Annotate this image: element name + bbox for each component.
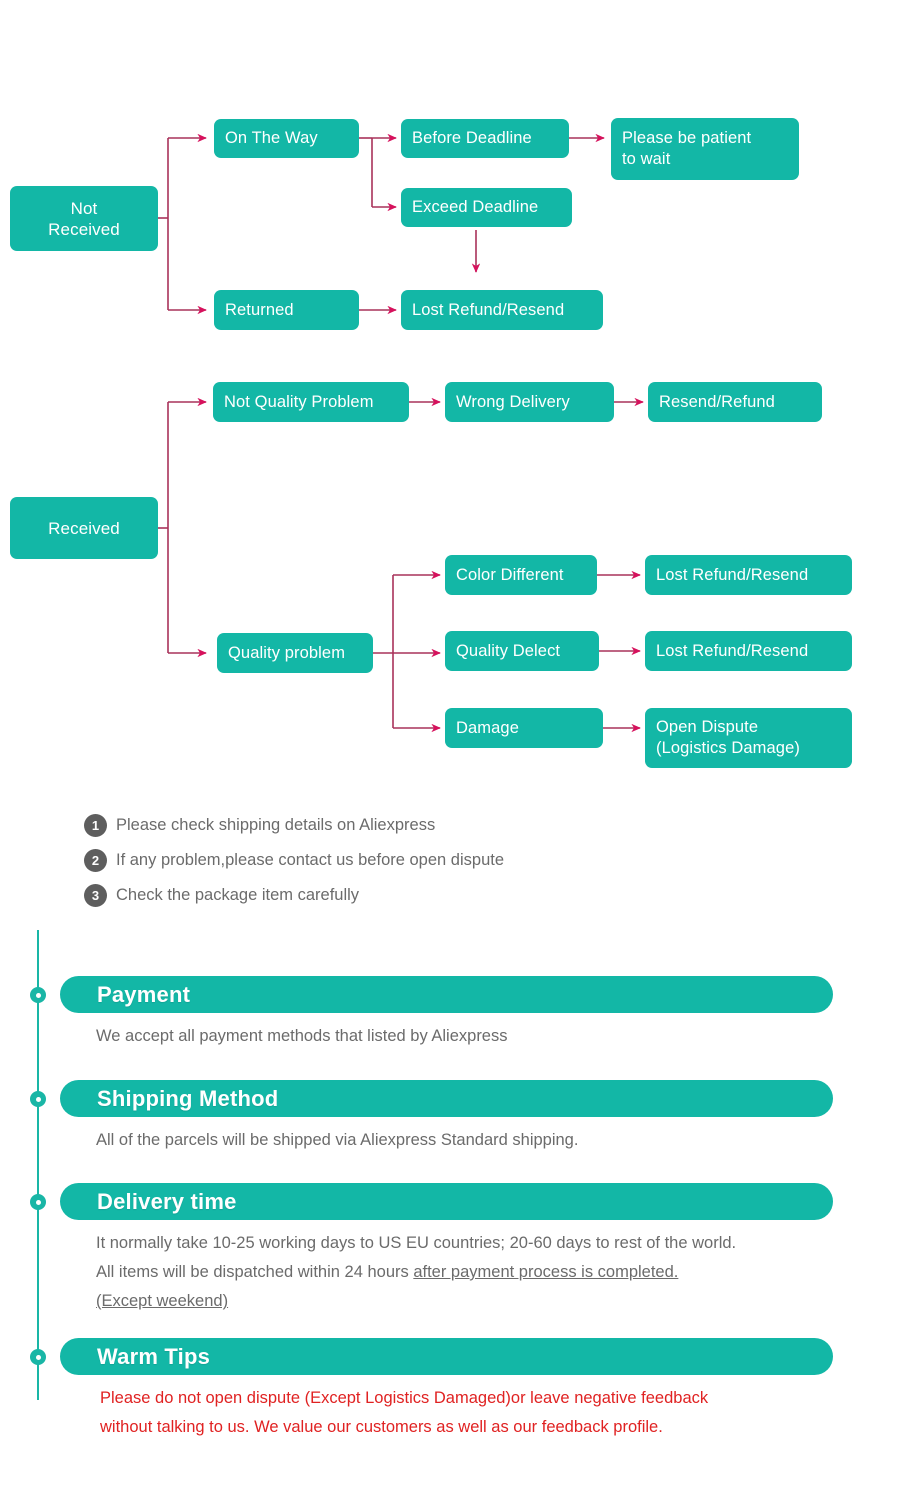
panel-warm-tips-body: Please do not open dispute (Except Logis… (60, 1384, 833, 1442)
node-on-the-way-label: On The Way (225, 129, 318, 147)
panel-delivery-line2-plain: All items will be dispatched within 24 h… (96, 1263, 414, 1281)
list-item: 2 If any problem,please contact us befor… (84, 843, 844, 878)
note-number-badge: 3 (84, 884, 107, 907)
node-open-dispute-line2: (Logistics Damage) (656, 739, 800, 757)
panel-payment: Payment We accept all payment methods th… (60, 976, 833, 1051)
list-item: 3 Check the package item carefully (84, 878, 844, 913)
node-damage-label: Damage (456, 718, 519, 737)
node-not-received[interactable]: Not Received (10, 186, 158, 251)
node-lost-refund-resend-2-label: Lost Refund/Resend (656, 641, 809, 660)
node-before-deadline[interactable]: Before Deadline (401, 119, 569, 158)
panel-shipping-title: Shipping Method (60, 1080, 833, 1117)
node-lost-refund-resend-2[interactable]: Lost Refund/Resend (645, 631, 852, 671)
node-wrong-delivery[interactable]: Wrong Delivery (445, 382, 614, 422)
node-lost-refund-resend-1-label: Lost Refund/Resend (656, 565, 809, 584)
page-root: Not Received On The Way Before Deadline … (0, 0, 900, 1500)
panel-delivery-line2-underline: after payment process is completed. (413, 1263, 679, 1281)
node-quality-problem[interactable]: Quality problem (217, 633, 373, 673)
panel-shipping-body: All of the parcels will be shipped via A… (96, 1131, 579, 1149)
panel-payment-body: We accept all payment methods that liste… (96, 1027, 508, 1045)
node-please-be-patient-line1: Please be patient (622, 129, 752, 147)
panel-warm-tips-title: Warm Tips (60, 1338, 833, 1375)
panel-delivery-line3-underline: (Except weekend) (96, 1292, 229, 1310)
node-lost-refund-resend-top-label: Lost Refund/Resend (412, 300, 565, 319)
node-returned[interactable]: Returned (214, 290, 359, 330)
panel-payment-title: Payment (60, 976, 833, 1013)
node-wrong-delivery-label: Wrong Delivery (456, 392, 570, 411)
node-quality-delect-label: Quality Delect (456, 641, 561, 660)
note-text: Please check shipping details on Aliexpr… (116, 816, 436, 834)
panel-warm-tips: Warm Tips Please do not open dispute (Ex… (60, 1338, 833, 1442)
note-text: Check the package item carefully (116, 886, 360, 904)
node-please-be-patient[interactable]: Please be patient to wait (611, 118, 799, 180)
node-before-deadline-label: Before Deadline (412, 129, 532, 147)
note-number-badge: 1 (84, 814, 107, 837)
note-text: If any problem,please contact us before … (116, 851, 504, 869)
node-exceed-deadline[interactable]: Exceed Deadline (401, 188, 572, 227)
node-quality-delect[interactable]: Quality Delect (445, 631, 599, 671)
panel-delivery-body: It normally take 10-25 working days to U… (60, 1229, 833, 1316)
panel-delivery-line1: It normally take 10-25 working days to U… (96, 1234, 737, 1252)
node-damage[interactable]: Damage (445, 708, 603, 748)
timeline-dot-warm (30, 1349, 46, 1365)
note-number-badge: 2 (84, 849, 107, 872)
panel-warm-tips-line2: without talking to us. We value our cust… (100, 1418, 663, 1436)
node-color-different-label: Color Different (456, 565, 564, 584)
node-received[interactable]: Received (10, 497, 158, 559)
node-open-dispute-line1: Open Dispute (656, 718, 759, 736)
panel-shipping: Shipping Method All of the parcels will … (60, 1080, 833, 1155)
node-not-received-line1: Not (70, 198, 98, 218)
panel-delivery-line2: All items will be dispatched within 24 h… (96, 1258, 833, 1287)
timeline-dot-delivery (30, 1194, 46, 1210)
notes-list: 1 Please check shipping details on Aliex… (84, 808, 844, 913)
node-not-received-line2: Received (48, 219, 120, 239)
panel-warm-tips-line1: Please do not open dispute (Except Logis… (100, 1389, 709, 1407)
node-please-be-patient-line2: to wait (622, 150, 671, 168)
node-resend-refund[interactable]: Resend/Refund (648, 382, 822, 422)
node-quality-problem-label: Quality problem (228, 643, 346, 662)
node-received-label: Received (48, 518, 120, 538)
panel-delivery: Delivery time It normally take 10-25 wor… (60, 1183, 833, 1316)
node-on-the-way[interactable]: On The Way (214, 119, 359, 158)
node-color-different[interactable]: Color Different (445, 555, 597, 595)
node-not-quality-problem-label: Not Quality Problem (224, 392, 374, 411)
list-item: 1 Please check shipping details on Aliex… (84, 808, 844, 843)
panel-delivery-title: Delivery time (60, 1183, 833, 1220)
timeline-dot-shipping (30, 1091, 46, 1107)
panel-delivery-line3: (Except weekend) (96, 1287, 833, 1316)
node-not-quality-problem[interactable]: Not Quality Problem (213, 382, 409, 422)
node-resend-refund-label: Resend/Refund (659, 392, 775, 411)
timeline-dot-payment (30, 987, 46, 1003)
node-open-dispute[interactable]: Open Dispute (Logistics Damage) (645, 708, 852, 768)
node-returned-label: Returned (225, 300, 294, 319)
node-lost-refund-resend-top[interactable]: Lost Refund/Resend (401, 290, 603, 330)
node-exceed-deadline-label: Exceed Deadline (412, 198, 539, 216)
node-lost-refund-resend-1[interactable]: Lost Refund/Resend (645, 555, 852, 595)
